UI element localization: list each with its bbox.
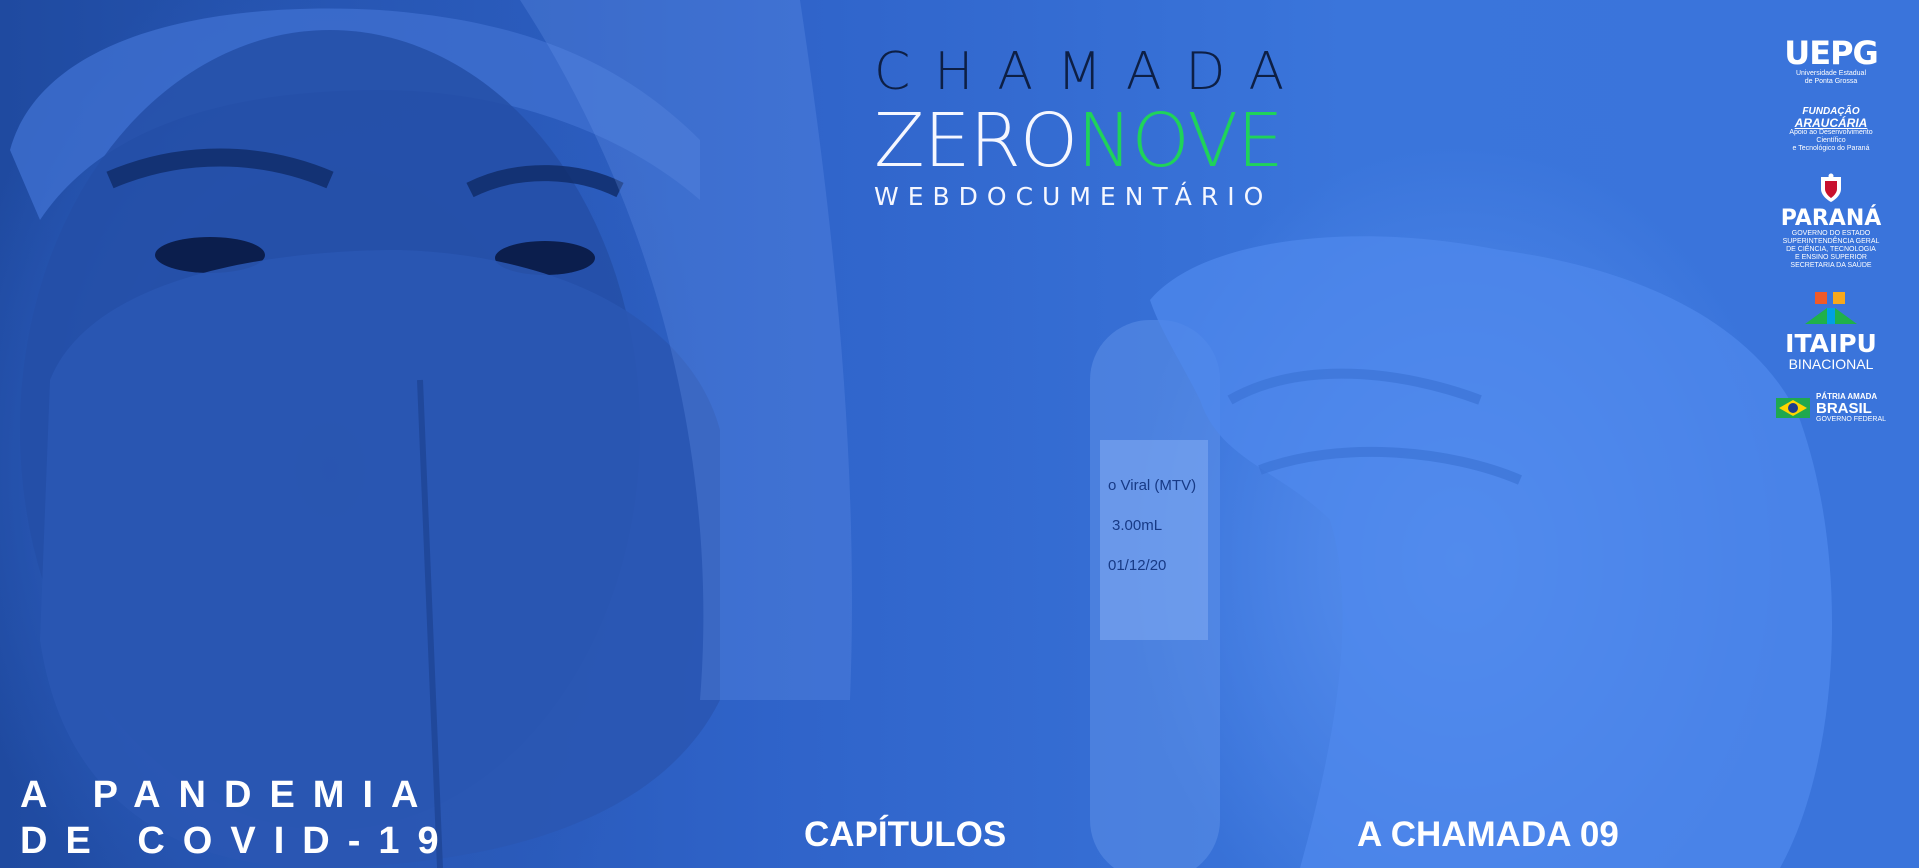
parana-line1: SUPERINTENDÊNCIA GERAL — [1782, 238, 1880, 245]
uepg-line2: de Ponta Grossa — [1804, 78, 1858, 85]
fundacao-araucaria-logo[interactable]: FUNDAÇÃO ARAUCÁRIA Apoio ao Desenvolvime… — [1776, 106, 1886, 153]
nav-capitulos-link[interactable]: CAPÍTULOS — [804, 815, 1006, 855]
tube-label-text-3: 01/12/20 — [1108, 557, 1166, 574]
araucaria-line2: ARAUCÁRIA — [1794, 116, 1868, 130]
tagline-line1: A PANDEMIA — [20, 774, 437, 816]
brand-logo: CHAMADA ZERONOVE WEBDOCUMENTÁRIO — [874, 44, 1334, 212]
brand-title-zero: ZERO — [874, 98, 1078, 184]
brasil-flag-icon — [1776, 398, 1810, 418]
parana-gov: GOVERNO DO ESTADO — [1791, 230, 1871, 237]
araucaria-line4: e Tecnológico do Paraná — [1792, 145, 1870, 152]
uepg-mark: UEPG — [1784, 34, 1879, 72]
parana-line3: E ENSINO SUPERIOR — [1795, 254, 1867, 261]
tube-label-text-2: 3.00mL — [1112, 517, 1162, 534]
parana-line4: SECRETARIA DA SAÚDE — [1790, 262, 1872, 269]
itaipu-sub: BINACIONAL — [1788, 356, 1874, 372]
araucaria-line3: Apoio ao Desenvolvimento Científico — [1789, 129, 1873, 144]
hero-tagline: A PANDEMIA DE COVID-19 — [20, 772, 457, 864]
brand-title-nove: NOVE — [1077, 98, 1284, 184]
parana-coat-of-arms-icon — [1821, 173, 1841, 202]
brasil-line2: BRASIL — [1816, 400, 1872, 417]
sponsor-logos: UEPG Universidade Estadual de Ponta Gros… — [1776, 36, 1886, 444]
tube-label-text-1: o Viral (MTV) — [1108, 477, 1196, 494]
gloved-hand — [1150, 236, 1832, 868]
brand-subtitle: WEBDOCUMENTÁRIO — [874, 182, 1273, 211]
parana-logo[interactable]: PARANÁ GOVERNO DO ESTADO SUPERINTENDÊNCI… — [1776, 173, 1886, 270]
tagline-line2: DE COVID-19 — [20, 820, 457, 862]
uepg-logo[interactable]: UEPG Universidade Estadual de Ponta Gros… — [1776, 36, 1886, 86]
brand-title-main: ZERONOVE — [874, 102, 1334, 180]
itaipu-name: ITAIPU — [1785, 329, 1877, 358]
brasil-line3: GOVERNO FEDERAL — [1816, 416, 1887, 423]
parana-line2: DE CIÊNCIA, TECNOLOGIA — [1786, 246, 1876, 253]
brand-title-top: CHAMADA — [874, 42, 1309, 102]
nav-chamada-link[interactable]: A CHAMADA 09 — [1357, 815, 1619, 855]
itaipu-logo[interactable]: ITAIPU BINACIONAL — [1776, 290, 1886, 372]
parana-name: PARANÁ — [1780, 206, 1882, 231]
tube-label — [1100, 440, 1208, 640]
brasil-logo[interactable]: PÁTRIA AMADA BRASIL GOVERNO FEDERAL — [1776, 392, 1886, 424]
itaipu-mark-icon — [1805, 292, 1857, 324]
